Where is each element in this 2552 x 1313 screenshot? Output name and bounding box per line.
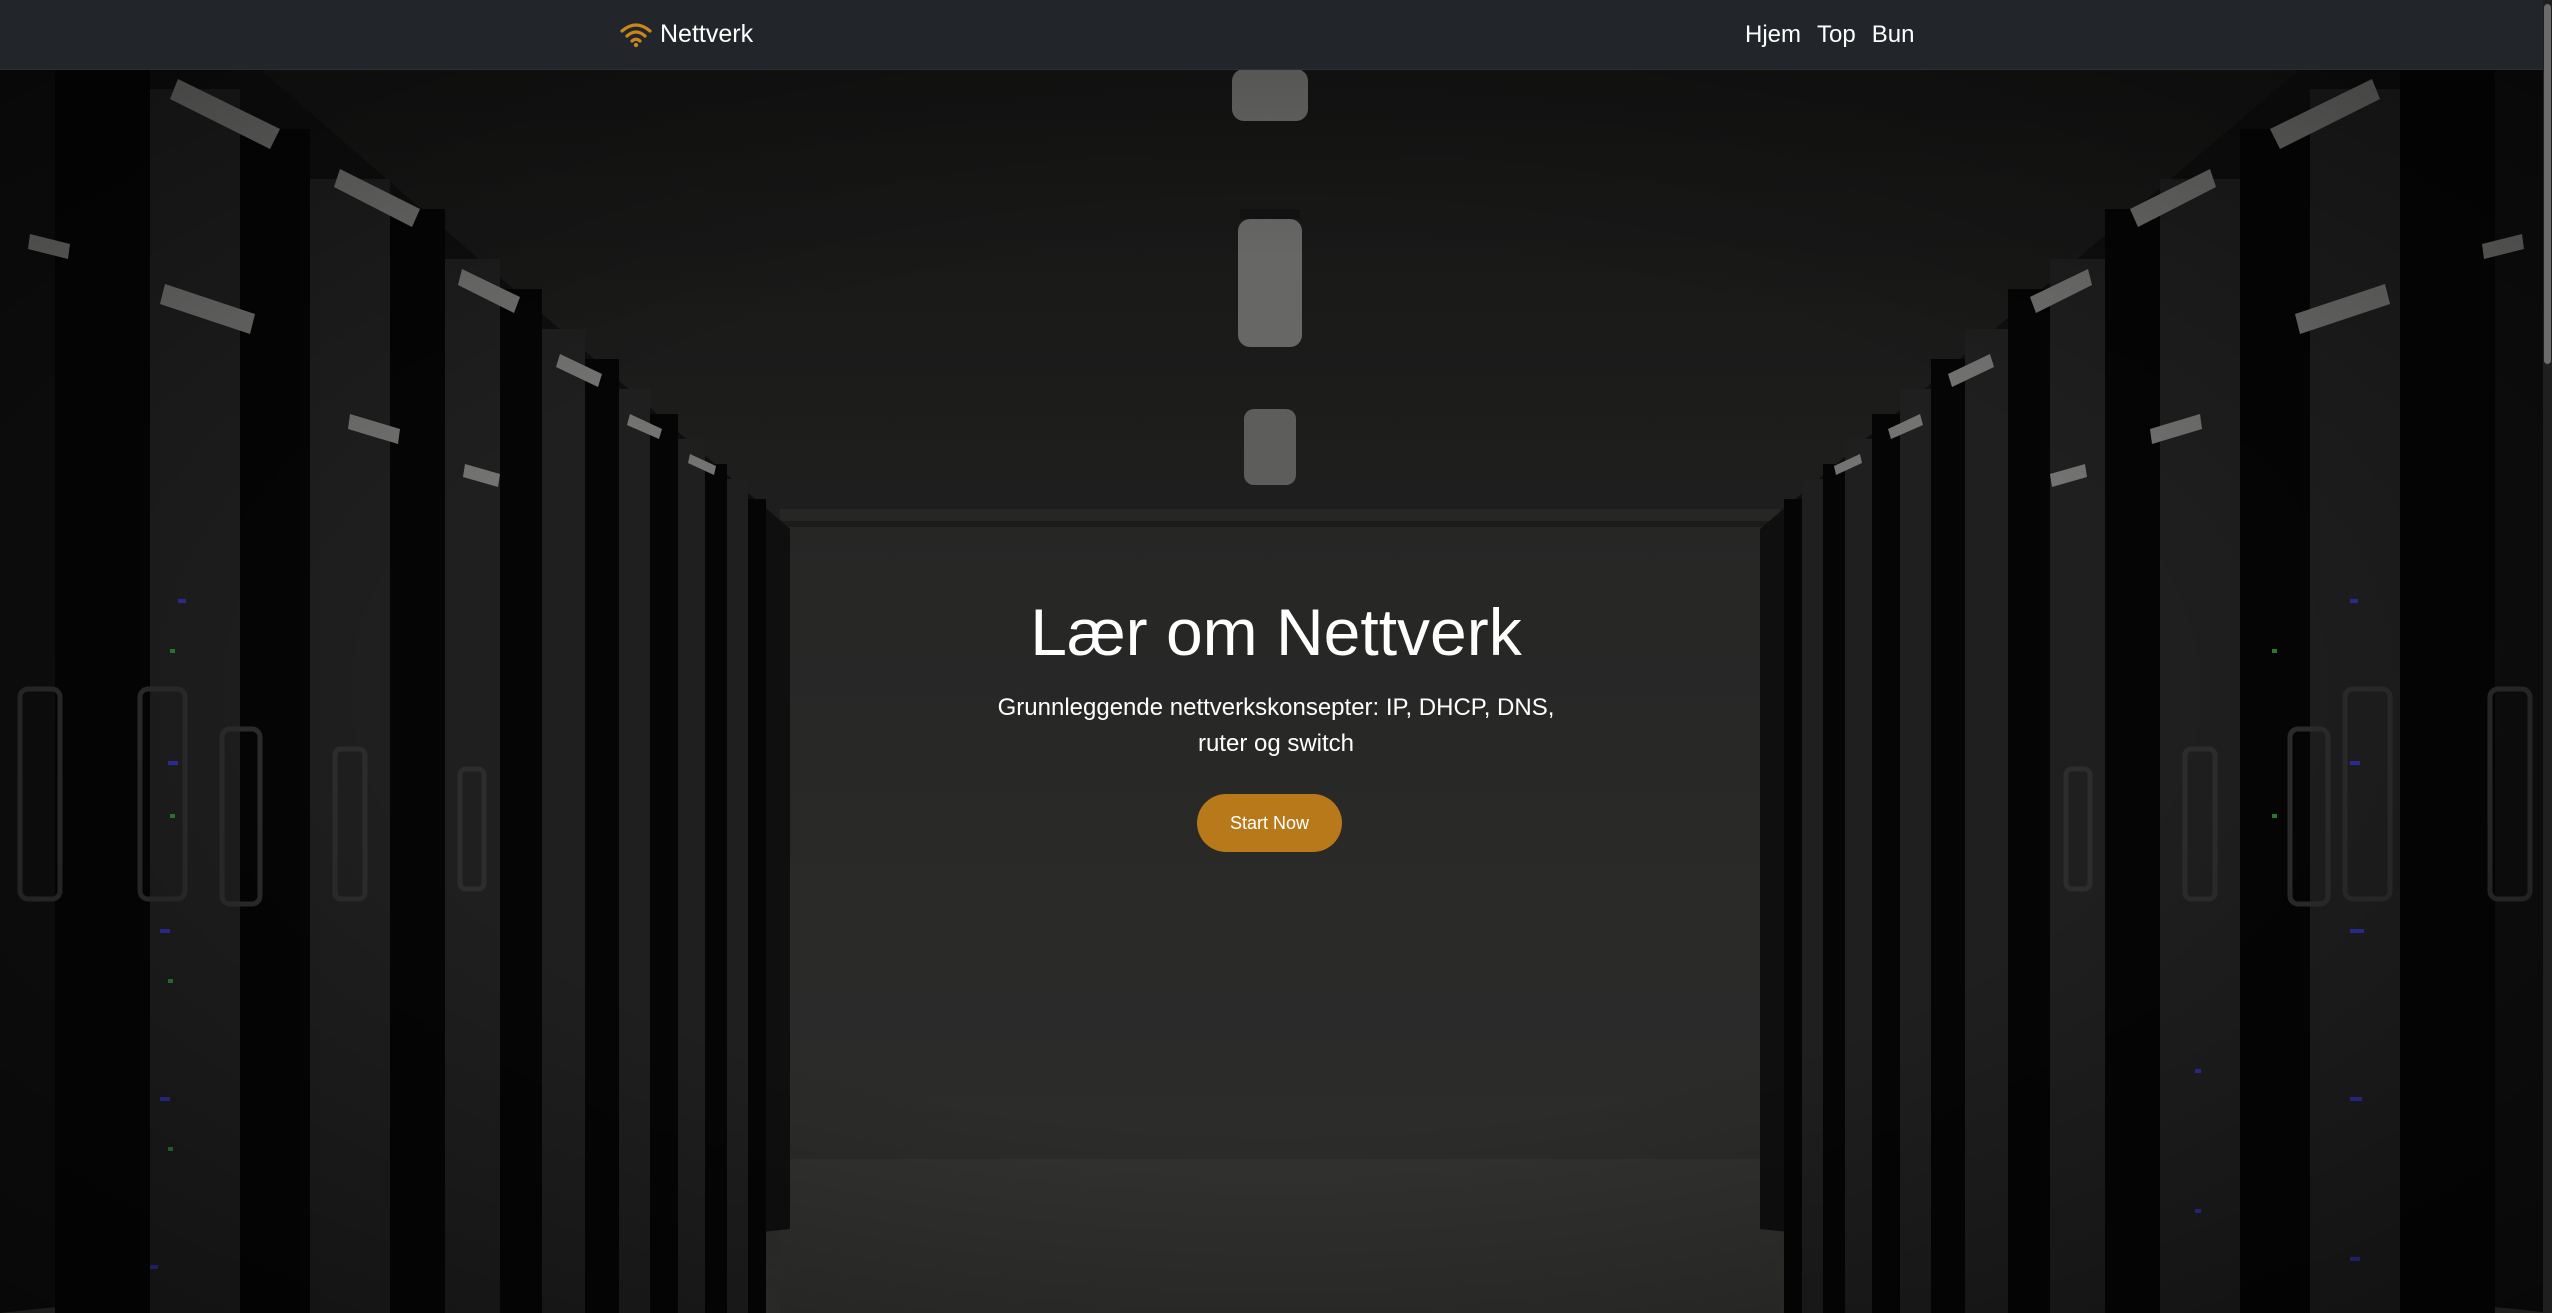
scrollbar-thumb[interactable] (2544, 4, 2551, 364)
nav-link-top[interactable]: Top (1817, 21, 1856, 49)
hero-section: Lær om Nettverk Grunnleggende nettverksk… (0, 69, 2552, 1313)
nav-links: Hjem Top Bun (1745, 0, 1914, 69)
brand-link[interactable]: Nettverk (620, 0, 753, 69)
page: Nettverk Hjem Top Bun Lær om Nettverk Gr… (0, 0, 2552, 1313)
hero-title: Lær om Nettverk (1030, 595, 1522, 669)
wifi-icon (620, 22, 652, 48)
nav-link-hjem[interactable]: Hjem (1745, 21, 1801, 49)
start-now-button[interactable]: Start Now (1197, 794, 1342, 852)
brand-label: Nettverk (660, 20, 754, 48)
nav-link-bun[interactable]: Bun (1872, 21, 1915, 49)
hero-subtitle: Grunnleggende nettverkskonsepter: IP, DH… (997, 694, 1555, 757)
navbar: Nettverk Hjem Top Bun (0, 0, 2552, 70)
page-scrollbar[interactable] (2543, 0, 2552, 1313)
